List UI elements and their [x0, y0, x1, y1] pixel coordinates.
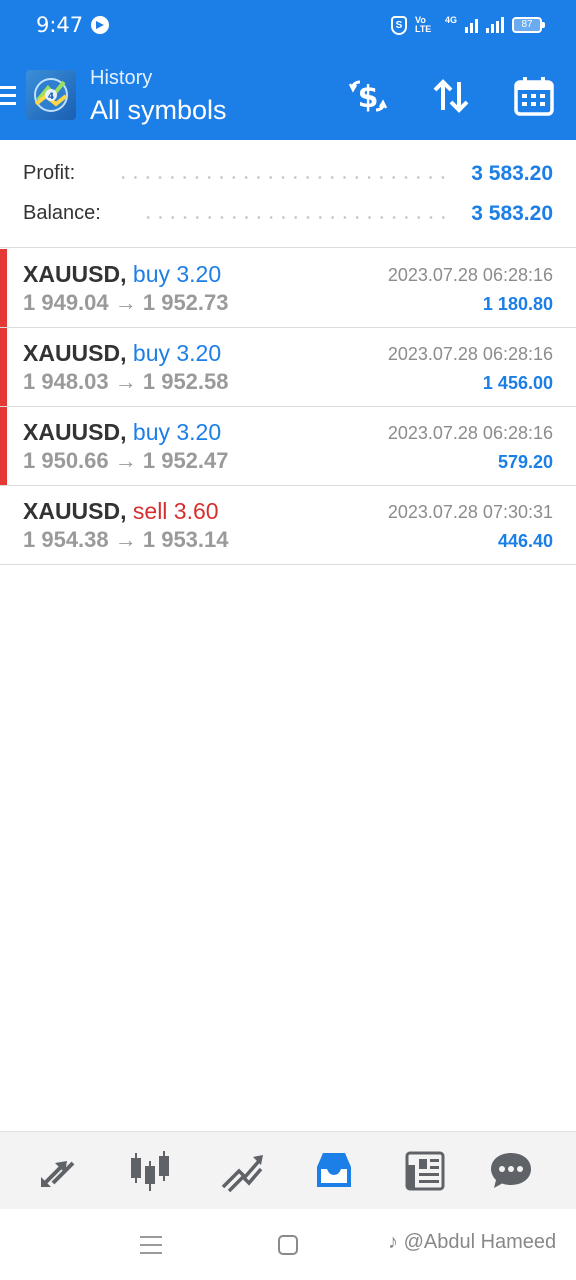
deal-side: buy 3.20 — [132, 419, 222, 445]
deal-profit: 579.20 — [497, 452, 553, 472]
deal-prices: 1 949.04 → 1 952.73 — [23, 290, 229, 315]
watermark-text: @Abdul Hameed — [403, 1231, 557, 1253]
deal-marker — [0, 328, 7, 406]
deal-prices: 1 948.03 → 1 952.58 — [23, 369, 229, 394]
deal-title: XAUUSD, buy 3.20 — [23, 261, 221, 288]
deal-title: XAUUSD, buy 3.20 — [23, 419, 221, 446]
chat-icon[interactable] — [489, 1149, 535, 1193]
calendar-icon[interactable] — [512, 74, 556, 118]
deal-row[interactable]: XAUUSD, buy 3.20 1 948.03 → 1 952.58 202… — [0, 328, 576, 407]
network-type: 4G — [444, 15, 457, 25]
deal-prices: 1 954.38 → 1 953.14 — [23, 527, 229, 552]
deal-time: 2023.07.28 07:30:31 — [387, 502, 553, 522]
status-bar: 9:47 S Vo LTE 4G 87 — [0, 0, 576, 50]
status-icons: S Vo LTE 4G 87 — [390, 14, 545, 36]
history-icon[interactable] — [311, 1149, 357, 1193]
metatrader-logo: 4 — [26, 70, 76, 120]
signal-icon-2 — [486, 17, 504, 33]
svg-text:$: $ — [358, 80, 379, 115]
deal-symbol: XAUUSD, — [23, 498, 127, 524]
balance-dots — [142, 216, 447, 219]
deal-row[interactable]: XAUUSD, sell 3.60 1 954.38 → 1 953.14 20… — [0, 486, 576, 565]
tiktok-icon: ♪ — [388, 1231, 398, 1253]
profit-dots — [117, 176, 447, 179]
menu-icon[interactable] — [0, 86, 16, 106]
profit-label: Profit: — [23, 162, 76, 184]
deal-side: buy 3.20 — [132, 340, 222, 366]
deal-marker — [0, 407, 7, 485]
deal-title: XAUUSD, buy 3.20 — [23, 340, 221, 367]
deal-side: sell 3.60 — [132, 498, 219, 524]
volte-icon: Vo LTE — [414, 15, 432, 34]
history-summary: Profit: 3 583.20 Balance: 3 583.20 — [0, 140, 576, 248]
profit-row: Profit: 3 583.20 — [0, 162, 576, 192]
balance-label: Balance: — [23, 202, 101, 224]
deal-time: 2023.07.28 06:28:16 — [387, 265, 553, 285]
deal-profit: 1 180.80 — [482, 294, 553, 314]
home-button[interactable] — [278, 1235, 298, 1255]
quotes-icon[interactable] — [35, 1149, 81, 1193]
svg-text:4: 4 — [48, 92, 54, 102]
deal-symbol: XAUUSD, — [23, 261, 127, 287]
balance-row: Balance: 3 583.20 — [0, 202, 576, 232]
app-bar: 4 History All symbols $ — [0, 50, 576, 140]
deal-profit: 446.40 — [497, 531, 553, 551]
deal-symbol: XAUUSD, — [23, 340, 127, 366]
signal-icon — [465, 17, 478, 33]
chart-icon[interactable] — [127, 1149, 173, 1193]
deal-marker — [0, 249, 7, 327]
telegram-icon — [91, 16, 109, 34]
deal-row[interactable]: XAUUSD, buy 3.20 1 950.66 → 1 952.47 202… — [0, 407, 576, 486]
header-subtitle: History — [90, 67, 153, 89]
bottom-tab-bar — [0, 1131, 576, 1209]
deal-row[interactable]: XAUUSD, buy 3.20 1 949.04 → 1 952.73 202… — [0, 249, 576, 328]
system-navigation-bar: ♪ @Abdul Hameed — [0, 1209, 576, 1280]
battery-icon: 87 — [512, 17, 545, 33]
watermark: ♪ @Abdul Hameed — [388, 1231, 556, 1254]
shield-icon: S — [390, 15, 407, 35]
deal-prices: 1 950.66 → 1 952.47 — [23, 448, 229, 473]
deal-profit: 1 456.00 — [482, 373, 553, 393]
profit-value: 3 583.20 — [471, 162, 553, 185]
balance-value: 3 583.20 — [471, 202, 553, 225]
deal-symbol: XAUUSD, — [23, 419, 127, 445]
news-icon[interactable] — [403, 1149, 449, 1193]
sort-icon[interactable] — [429, 74, 473, 118]
dollar-exchange-icon[interactable]: $ — [346, 74, 390, 118]
deal-title: XAUUSD, sell 3.60 — [23, 498, 219, 525]
deal-time: 2023.07.28 06:28:16 — [387, 423, 553, 443]
header-title[interactable]: All symbols — [90, 95, 227, 126]
deal-side: buy 3.20 — [132, 261, 222, 287]
status-time: 9:47 — [36, 13, 84, 37]
trade-icon[interactable] — [219, 1149, 265, 1193]
recents-button[interactable] — [140, 1236, 162, 1260]
deal-time: 2023.07.28 06:28:16 — [387, 344, 553, 364]
